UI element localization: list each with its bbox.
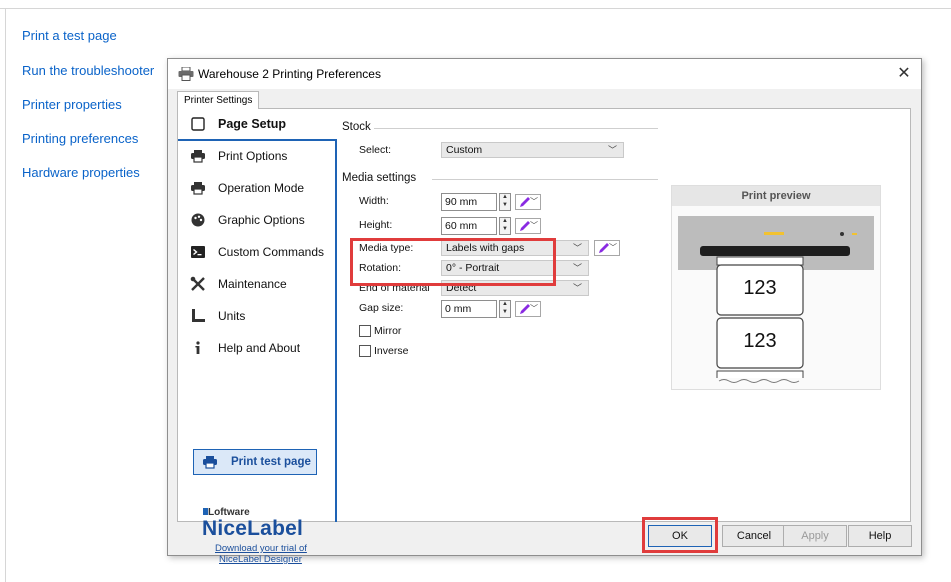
close-button[interactable]: ✕ xyxy=(893,63,915,85)
download-trial-link[interactable]: Download your trial of xyxy=(215,543,307,554)
chevron-down-icon: ﹀ xyxy=(572,283,582,293)
nav-item-custom-commands[interactable]: Custom Commands xyxy=(178,237,335,267)
dialog-titlebar[interactable]: Warehouse 2 Printing Preferences ✕ xyxy=(168,59,921,89)
nav-item-help-and-about[interactable]: Help and About xyxy=(178,333,335,363)
nicelabel-designer-link[interactable]: NiceLabel Designer xyxy=(219,554,302,565)
mirror-checkbox[interactable] xyxy=(359,325,371,337)
width-stepper[interactable]: ▲ ▼ xyxy=(499,193,511,211)
nav-item-label: Page Setup xyxy=(218,117,287,131)
nav-item-label: Print Options xyxy=(218,149,288,163)
inverse-checkbox[interactable] xyxy=(359,345,371,357)
nav-item-label: Units xyxy=(218,309,246,323)
nav-item-maintenance[interactable]: Maintenance xyxy=(178,269,335,299)
ok-button[interactable]: OK xyxy=(648,525,712,547)
height-variable-button[interactable]: ﹀ xyxy=(515,218,541,234)
link-printing-preferences[interactable]: Printing preferences xyxy=(22,131,138,146)
media-divider xyxy=(432,179,658,180)
printing-preferences-dialog: Warehouse 2 Printing Preferences ✕ Print… xyxy=(167,58,922,565)
nav-active-border xyxy=(178,139,336,141)
print-test-page-button[interactable]: Print test page xyxy=(193,449,317,475)
frame-top-line xyxy=(0,8,951,9)
end-of-material-select[interactable]: Detect ﹀ xyxy=(441,280,589,296)
dialog-title: Warehouse 2 Printing Preferences xyxy=(198,67,381,81)
gap-size-label: Gap size: xyxy=(359,302,404,314)
width-label: Width: xyxy=(359,195,389,207)
stock-select-value: Custom xyxy=(446,144,483,156)
inverse-label: Inverse xyxy=(374,345,409,357)
media-type-variable-button[interactable]: ﹀ xyxy=(594,240,620,256)
tools-icon xyxy=(190,276,205,291)
nav-item-page-setup[interactable]: Page Setup xyxy=(178,109,335,139)
width-input[interactable]: 90 mm xyxy=(441,193,497,211)
height-stepper[interactable]: ▲ ▼ xyxy=(499,217,511,235)
preview-label-1-text: 123 xyxy=(743,277,777,299)
nav-item-label: Graphic Options xyxy=(218,213,305,227)
nav-item-graphic-options[interactable]: Graphic Options xyxy=(178,205,335,235)
media-type-value: Labels with gaps xyxy=(446,242,525,254)
gap-size-input[interactable]: 0 mm xyxy=(441,300,497,318)
nav-item-label: Custom Commands xyxy=(218,245,325,259)
height-input[interactable]: 60 mm xyxy=(441,217,497,235)
printer-icon xyxy=(203,456,217,469)
terminal-icon xyxy=(191,246,205,258)
nav-item-units[interactable]: Units xyxy=(178,301,335,331)
chevron-down-icon: ﹀ xyxy=(530,197,538,206)
gap-size-stepper[interactable]: ▲ ▼ xyxy=(499,300,511,318)
height-label: Height: xyxy=(359,219,393,231)
mirror-label: Mirror xyxy=(374,325,402,337)
nav-item-operation-mode[interactable]: Operation Mode xyxy=(178,173,335,203)
chevron-down-icon: ﹀ xyxy=(572,243,582,253)
page-icon xyxy=(191,117,205,131)
tab-printer-settings[interactable]: Printer Settings xyxy=(177,91,260,109)
stock-section-title: Stock xyxy=(342,121,371,133)
stock-select-label: Select: xyxy=(359,144,392,156)
nicelabel-brand: NiceLabel xyxy=(202,517,304,540)
nav-divider xyxy=(335,139,337,522)
media-type-label: Media type: xyxy=(359,242,414,254)
apply-button[interactable]: Apply xyxy=(783,525,847,547)
chevron-down-icon: ﹀ xyxy=(607,145,617,155)
frame-left-line xyxy=(5,8,6,582)
palette-icon xyxy=(191,213,205,227)
printer-icon xyxy=(191,182,205,195)
end-of-material-value: Detect xyxy=(446,282,477,294)
cancel-button[interactable]: Cancel xyxy=(722,525,786,547)
nav-item-label: Help and About xyxy=(218,341,301,355)
gap-size-variable-button[interactable]: ﹀ xyxy=(515,301,541,317)
tab-content: Page Setup Print Options Operation Mode … xyxy=(177,108,911,565)
end-of-material-label: End of material xyxy=(359,282,430,294)
chevron-down-icon: ﹀ xyxy=(609,243,617,252)
chevron-down-icon: ﹀ xyxy=(530,304,538,313)
nav-item-label: Operation Mode xyxy=(218,181,305,195)
chevron-down-icon: ﹀ xyxy=(572,263,582,273)
close-icon: ✕ xyxy=(897,65,911,82)
help-button[interactable]: Help xyxy=(848,525,912,547)
settings-nav: Page Setup Print Options Operation Mode … xyxy=(178,109,336,565)
nav-item-label: Maintenance xyxy=(218,277,287,291)
link-printer-properties[interactable]: Printer properties xyxy=(22,97,122,112)
width-variable-button[interactable]: ﹀ xyxy=(515,194,541,210)
print-preview-panel: Print preview 123 123 xyxy=(671,185,881,390)
rotation-label: Rotation: xyxy=(359,262,402,274)
nav-item-print-options[interactable]: Print Options xyxy=(178,141,335,171)
link-run-troubleshooter[interactable]: Run the troubleshooter xyxy=(22,63,154,78)
stock-divider xyxy=(374,128,658,129)
stock-select[interactable]: Custom ﹀ xyxy=(441,142,624,158)
ruler-icon xyxy=(192,309,205,322)
chevron-down-icon: ﹀ xyxy=(530,221,538,230)
preview-label-2-text: 123 xyxy=(743,330,777,352)
rotation-value: 0° - Portrait xyxy=(446,262,500,274)
rotation-select[interactable]: 0° - Portrait ﹀ xyxy=(441,260,589,276)
print-test-page-label: Print test page xyxy=(231,456,311,468)
printer-icon xyxy=(178,67,194,81)
link-print-test-page[interactable]: Print a test page xyxy=(22,28,117,43)
printer-icon xyxy=(191,150,205,163)
link-hardware-properties[interactable]: Hardware properties xyxy=(22,165,140,180)
info-icon xyxy=(195,341,200,354)
print-preview-title: Print preview xyxy=(672,186,880,206)
page: Print a test page Run the troubleshooter… xyxy=(0,0,951,582)
media-type-select[interactable]: Labels with gaps ﹀ xyxy=(441,240,589,256)
media-section-title: Media settings xyxy=(342,172,417,184)
